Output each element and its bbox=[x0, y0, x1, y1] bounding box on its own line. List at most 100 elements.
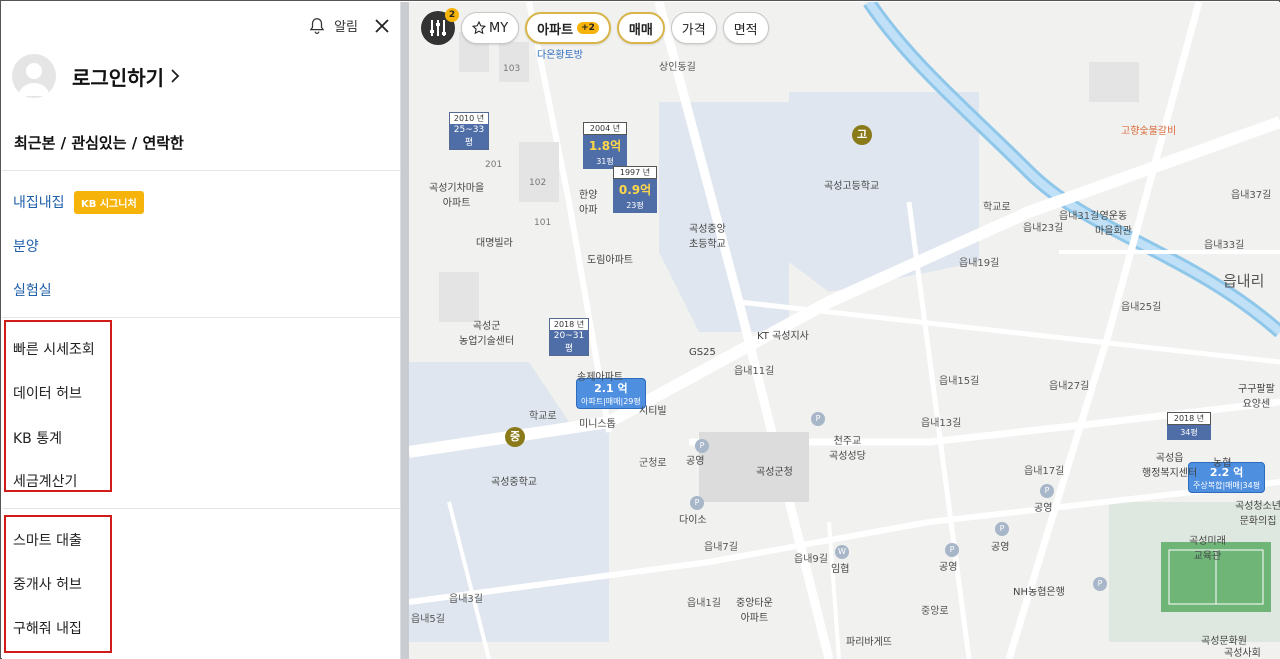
complex-marker[interactable]: 2018 년 20~31평 bbox=[549, 318, 589, 356]
apartment-plus-badge: +2 bbox=[577, 22, 599, 34]
road-label: 읍내19길 bbox=[959, 258, 1000, 269]
high-school-marker[interactable]: 고 bbox=[852, 125, 872, 145]
place-label: 송제아파트 bbox=[577, 372, 623, 383]
complex-marker[interactable]: 2010 년 25~33평 bbox=[449, 112, 489, 150]
sidebar-top-bar: 알림 bbox=[308, 16, 390, 35]
my-chip[interactable]: MY bbox=[461, 12, 520, 44]
road-label: 읍내23길 bbox=[1023, 223, 1064, 234]
menu-item-broker-hub[interactable]: 중개사 허브 bbox=[13, 574, 82, 594]
nav-item-lab[interactable]: 실험실 bbox=[13, 280, 52, 300]
parking-icon[interactable]: P bbox=[695, 439, 709, 453]
place-label: NH농협은행 bbox=[1013, 587, 1065, 598]
menu-item-kb-stats[interactable]: KB 통계 bbox=[13, 428, 62, 448]
map-canvas[interactable]: 2 MY 아파트 +2 매매 가격 면적 2010 년 25~33평 2018 … bbox=[409, 2, 1280, 659]
trade-chip[interactable]: 매매 bbox=[616, 12, 665, 44]
complex-year: 2018 년 bbox=[553, 320, 585, 329]
price-marker-price: 1.8억 bbox=[583, 135, 627, 156]
road-label: 읍내33길 bbox=[1204, 240, 1245, 251]
road-label: 읍내27길 bbox=[1049, 381, 1090, 392]
place-label: 공영 bbox=[686, 456, 705, 467]
middle-school-marker[interactable]: 중 bbox=[505, 427, 525, 447]
menu-item-tax-calculator[interactable]: 세금계산기 bbox=[13, 471, 77, 491]
place-label: 곡성미래 교육관 bbox=[1189, 536, 1226, 562]
price-chip[interactable]: 가격 bbox=[670, 12, 717, 44]
login-row[interactable]: 로그인하기 bbox=[12, 54, 180, 98]
panel-resize-handle[interactable] bbox=[401, 2, 409, 659]
place-label: 곡성고등학교 bbox=[824, 181, 880, 192]
apartment-chip[interactable]: 아파트 +2 bbox=[525, 12, 611, 44]
login-label[interactable]: 로그인하기 bbox=[72, 62, 164, 91]
area-chip-label: 면적 bbox=[733, 22, 758, 38]
place-label: 다온황토방 bbox=[537, 50, 583, 61]
area-chip[interactable]: 면적 bbox=[722, 12, 769, 44]
place-label: GS25 bbox=[689, 347, 716, 358]
chevron-right-icon[interactable] bbox=[170, 68, 180, 84]
place-label: 공영 bbox=[1034, 503, 1053, 514]
place-label: 영운동 마을회관 bbox=[1095, 211, 1132, 237]
complex-size: 20~31평 bbox=[550, 330, 588, 355]
place-label: 곡성중학교 bbox=[491, 477, 537, 488]
price-chip-label: 가격 bbox=[681, 22, 706, 38]
building-number: 102 bbox=[529, 178, 547, 188]
road-label: 읍내13길 bbox=[921, 418, 962, 429]
divider bbox=[2, 317, 401, 318]
kb-signature-badge: KB 시그니처 bbox=[74, 191, 144, 214]
place-label: 곡성청소년 문화의집 bbox=[1235, 501, 1280, 527]
nav-item-naejip[interactable]: 내집내집 bbox=[13, 192, 65, 212]
road-label: 학교로 bbox=[983, 202, 1011, 213]
road-label: 읍내37길 bbox=[1231, 190, 1272, 201]
place-label: 고향숯불갈비 bbox=[1121, 126, 1177, 137]
menu-item-find-my-home[interactable]: 구해줘 내집 bbox=[13, 618, 82, 638]
parking-icon[interactable]: W bbox=[835, 545, 849, 559]
menu-item-data-hub[interactable]: 데이터 허브 bbox=[13, 383, 82, 403]
place-label: 천주교 곡성성당 bbox=[829, 436, 866, 462]
complex-size: 25~33평 bbox=[450, 124, 488, 149]
place-label: 곡성군 농업기술센터 bbox=[459, 321, 515, 347]
parking-icon[interactable]: P bbox=[1093, 577, 1107, 591]
road-label: 읍내25길 bbox=[1121, 302, 1162, 313]
building-number: 101 bbox=[534, 218, 552, 228]
menu-item-smart-loan[interactable]: 스마트 대출 bbox=[13, 530, 82, 550]
price-marker-year: 2004 년 bbox=[583, 122, 627, 135]
place-label: 중앙타운 아파트 bbox=[736, 598, 773, 624]
school-zone-high bbox=[789, 92, 979, 292]
price-marker-pyeong: 23평 bbox=[613, 200, 657, 213]
parking-icon[interactable]: P bbox=[945, 543, 959, 557]
place-label: 농협 bbox=[1213, 458, 1232, 469]
area-label: 읍내리 bbox=[1223, 272, 1265, 290]
road-label: 읍내9길 bbox=[794, 554, 828, 565]
parking-icon[interactable]: P bbox=[811, 412, 825, 426]
apartment-chip-label: 아파트 bbox=[537, 22, 574, 38]
star-icon bbox=[472, 21, 486, 35]
road-label: 상인동길 bbox=[659, 62, 696, 73]
close-icon[interactable] bbox=[374, 18, 390, 34]
road-label: 읍내11길 bbox=[734, 366, 775, 377]
price-marker-year: 2018 년 bbox=[1167, 412, 1211, 425]
filter-settings-button[interactable]: 2 bbox=[421, 8, 459, 45]
price-marker[interactable]: 2004 년 1.8억 31평 bbox=[583, 122, 627, 169]
price-marker-year: 1997 년 bbox=[613, 166, 657, 179]
trade-chip-label: 매매 bbox=[628, 22, 653, 38]
place-label: 곡성기차마을 아파트 bbox=[429, 183, 485, 209]
price-marker[interactable]: 2018 년 34평 bbox=[1167, 412, 1211, 440]
parking-icon[interactable]: P bbox=[690, 496, 704, 510]
road-label: 읍내17길 bbox=[1024, 466, 1065, 477]
road-label: 읍내15길 bbox=[939, 376, 980, 387]
road-label: 중앙로 bbox=[921, 606, 949, 617]
place-label: 대명빌라 bbox=[476, 238, 513, 249]
sidebar-menu: 알림 로그인하기 최근본 / 관심있는 / 연락한 내집내집 KB 시그니처 분… bbox=[2, 2, 401, 659]
price-marker[interactable]: 1997 년 0.9억 23평 bbox=[613, 166, 657, 213]
recent-favorites-contacted-link[interactable]: 최근본 / 관심있는 / 연락한 bbox=[14, 132, 184, 153]
parking-icon[interactable]: P bbox=[995, 522, 1009, 536]
filter-count-badge: 2 bbox=[445, 8, 459, 22]
nav-item-bunyang[interactable]: 분양 bbox=[13, 236, 39, 256]
bell-icon[interactable] bbox=[308, 17, 326, 35]
place-label: 도림아파트 bbox=[587, 255, 633, 266]
road-label: 읍내3길 bbox=[449, 594, 483, 605]
parking-icon[interactable]: P bbox=[1040, 484, 1054, 498]
place-label: 공영 bbox=[939, 562, 958, 573]
menu-item-quick-price[interactable]: 빠른 시세조회 bbox=[13, 339, 95, 359]
place-label: 곡성읍 행정복지센터 bbox=[1142, 453, 1198, 479]
alarm-label[interactable]: 알림 bbox=[334, 16, 358, 35]
price-marker-pyeong: 34평 bbox=[1167, 425, 1211, 440]
